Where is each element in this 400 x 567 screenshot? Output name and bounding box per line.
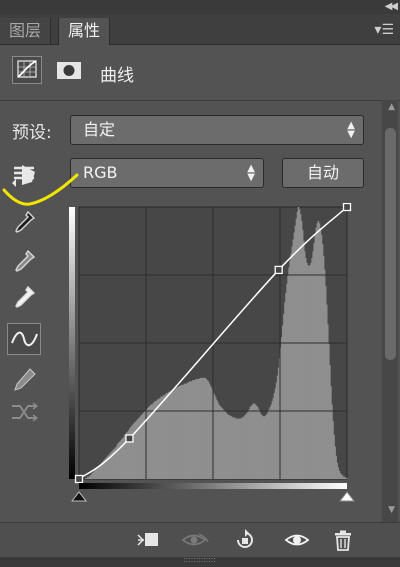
curve-edit-icon[interactable] [7, 323, 41, 355]
panel-title: 曲线 [100, 66, 134, 86]
channel-select[interactable]: RGB ▲ ▼ [70, 158, 264, 188]
view-previous-state-icon[interactable] [180, 528, 209, 552]
toggle-visibility-icon[interactable] [284, 528, 310, 552]
histogram-bin [345, 477, 348, 479]
double-chevron-left-icon[interactable]: ◀◀ [385, 0, 398, 14]
white-point-slider[interactable] [338, 491, 356, 502]
tab-properties[interactable]: 属性 [58, 18, 111, 45]
properties-panel: ◀◀ 图层 属性 ▾☰ 曲线 预设: 自定 ▲ ▼ RGB ▲ ▼ 自动 ▲ ▼ [0, 0, 400, 567]
preset-select-value: 自定 [83, 120, 116, 139]
auto-button[interactable]: 自动 [282, 158, 364, 188]
preset-label: 预设: [12, 123, 52, 143]
select-arrows-icon: ▲ ▼ [247, 163, 255, 183]
pencil-icon[interactable] [8, 365, 40, 395]
adjustment-header: 曲线 [0, 44, 400, 101]
curve-control-point[interactable] [125, 434, 134, 443]
curve-control-point[interactable] [342, 203, 352, 212]
select-arrows-icon: ▲ ▼ [347, 120, 355, 140]
smooth-curve-icon[interactable] [8, 397, 40, 427]
scrollbar-thumb[interactable] [385, 128, 396, 360]
tab-bar: 图层 属性 ▾☰ [0, 14, 400, 45]
reset-icon[interactable] [232, 528, 258, 552]
curves-graph[interactable] [69, 203, 359, 508]
curve-control-point[interactable] [74, 474, 84, 484]
delete-icon[interactable] [330, 528, 356, 552]
white-eyedropper-icon[interactable] [8, 283, 40, 313]
curve-control-point[interactable] [274, 265, 283, 275]
scroll-down-icon[interactable]: ▼ [388, 505, 395, 515]
clip-to-layer-icon[interactable] [136, 528, 162, 552]
gray-eyedropper-icon[interactable] [8, 247, 40, 277]
panel-menu-icon[interactable]: ▾☰ [374, 22, 394, 38]
output-gradient-bar [69, 207, 75, 479]
bottom-toolbar [0, 522, 400, 557]
panel-title-strip: ◀◀ [0, 0, 400, 14]
layer-mask-icon[interactable] [54, 56, 84, 84]
input-gradient-bar [79, 483, 347, 489]
scroll-up-icon[interactable]: ▲ [388, 102, 395, 112]
preset-select[interactable]: 自定 ▲ ▼ [70, 115, 364, 145]
tab-layers[interactable]: 图层 [0, 18, 52, 44]
resize-grip-icon[interactable] [184, 557, 216, 563]
curves-adjustment-icon[interactable] [12, 56, 42, 84]
yellow-annotation-mark [2, 173, 79, 206]
black-point-slider[interactable] [70, 491, 88, 502]
